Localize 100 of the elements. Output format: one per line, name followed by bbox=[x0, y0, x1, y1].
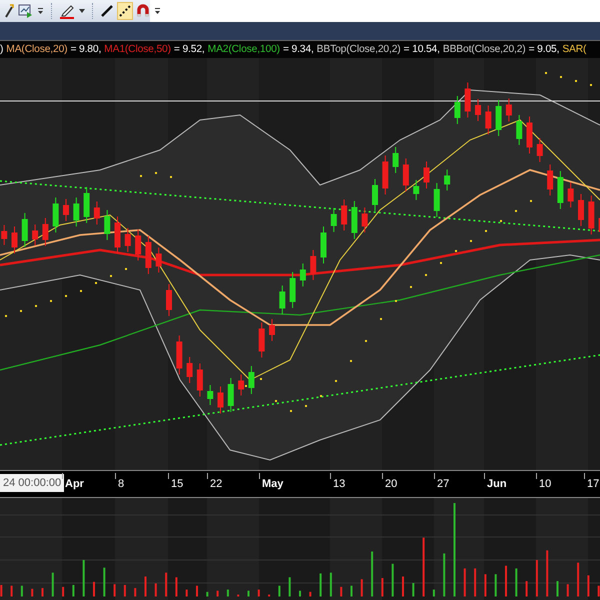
volume-bar bbox=[360, 579, 363, 596]
candlestick bbox=[372, 178, 378, 212]
dotted-line-icon[interactable] bbox=[118, 3, 132, 19]
candlestick bbox=[156, 247, 162, 273]
candlestick bbox=[186, 356, 193, 384]
volume-bar bbox=[320, 573, 322, 596]
volume-bar bbox=[186, 590, 188, 596]
legend-text: MA2(Close,100) bbox=[208, 44, 280, 55]
legend-text: ) bbox=[0, 44, 4, 55]
volume-bar bbox=[577, 562, 580, 596]
volume-bar bbox=[10, 586, 13, 596]
volume-bar bbox=[474, 568, 476, 596]
magnet-icon[interactable] bbox=[136, 3, 150, 19]
axis-date-label: 27 bbox=[437, 477, 450, 491]
volume-bar bbox=[154, 583, 157, 596]
axis-date-label: 8 bbox=[118, 477, 124, 491]
volume-bar bbox=[340, 586, 342, 596]
legend-text: MA(Close,20) bbox=[6, 44, 68, 55]
candlestick bbox=[320, 226, 326, 264]
volume-bar bbox=[82, 560, 85, 596]
candlestick bbox=[32, 224, 38, 246]
volume-bar bbox=[536, 560, 538, 596]
candlestick bbox=[196, 363, 203, 397]
candlestick bbox=[42, 218, 48, 246]
volume-bar bbox=[443, 553, 446, 596]
candlestick bbox=[341, 199, 348, 231]
legend-text: = 9.80, bbox=[70, 44, 102, 55]
candlestick bbox=[114, 216, 120, 254]
candlestick bbox=[84, 186, 90, 224]
candlestick bbox=[145, 236, 152, 274]
candlestick bbox=[176, 335, 182, 375]
legend-text: = 9.52, bbox=[174, 44, 205, 55]
volume-bar bbox=[464, 568, 466, 596]
candlestick bbox=[547, 164, 554, 196]
candlestick bbox=[330, 208, 337, 232]
axis-date-label: 15 bbox=[171, 477, 184, 491]
volume-bar bbox=[226, 590, 229, 596]
candlestick bbox=[454, 96, 460, 124]
volume-bar bbox=[20, 586, 23, 596]
volume-bar bbox=[566, 584, 569, 596]
volume-bar bbox=[124, 584, 126, 596]
axis-date-label: 10 bbox=[539, 477, 552, 491]
candlestick bbox=[424, 161, 430, 189]
volume-bar bbox=[0, 584, 2, 596]
volume-bar bbox=[381, 578, 384, 596]
candlestick bbox=[73, 197, 80, 227]
candlestick bbox=[238, 374, 244, 396]
legend-text: SAR( bbox=[562, 44, 586, 55]
volume-bar bbox=[258, 590, 260, 596]
volume-bar bbox=[598, 586, 600, 596]
pen-icon[interactable] bbox=[59, 3, 75, 19]
candlestick bbox=[1, 224, 8, 246]
volume-bar bbox=[526, 581, 528, 596]
volume-bar bbox=[392, 564, 394, 596]
volume-bar bbox=[278, 586, 280, 596]
axis-date-label: May bbox=[262, 477, 284, 491]
legend-text: = 9.34, bbox=[282, 44, 314, 55]
legend-text: = 9.05, bbox=[528, 44, 560, 55]
axis-date-label: Apr bbox=[65, 477, 84, 491]
legend-text: BBTop(Close,20,2) bbox=[316, 44, 401, 55]
candlestick bbox=[124, 228, 131, 252]
candlestick bbox=[362, 207, 368, 233]
volume-bar bbox=[288, 577, 291, 596]
candlestick bbox=[248, 366, 254, 394]
line-icon[interactable] bbox=[100, 3, 114, 19]
candlestick bbox=[207, 384, 214, 406]
legend-text: = 10.54, bbox=[404, 44, 440, 55]
candlestick bbox=[218, 386, 224, 414]
chart-icon[interactable] bbox=[18, 3, 33, 19]
candlestick bbox=[588, 195, 594, 235]
candlestick bbox=[94, 201, 100, 225]
wand-icon[interactable] bbox=[4, 3, 14, 19]
legend-text: MA1(Close,50) bbox=[104, 44, 171, 55]
volume-bar bbox=[309, 592, 312, 596]
volume-bar bbox=[62, 586, 64, 596]
volume-bar bbox=[31, 588, 34, 596]
candlestick bbox=[536, 138, 543, 162]
volume-bar bbox=[175, 577, 178, 596]
axis-date-label: 17 bbox=[587, 477, 600, 491]
candlestick bbox=[578, 194, 584, 226]
candlestick bbox=[526, 116, 532, 154]
volume-bar bbox=[412, 583, 414, 596]
candlestick bbox=[258, 322, 265, 358]
candlestick bbox=[351, 200, 358, 240]
candlestick bbox=[310, 250, 316, 280]
volume-bar bbox=[134, 588, 136, 596]
volume-bar bbox=[484, 574, 486, 596]
candlestick bbox=[382, 155, 388, 195]
candlestick bbox=[228, 378, 234, 412]
candlestick bbox=[22, 212, 28, 248]
candlestick bbox=[485, 105, 492, 135]
candlestick bbox=[290, 272, 296, 308]
candlestick bbox=[475, 98, 481, 122]
volume-bar bbox=[515, 568, 518, 596]
candlestick bbox=[496, 100, 502, 136]
volume-bar bbox=[494, 574, 497, 596]
cursor-date-label: 24 00:00:00 bbox=[0, 474, 64, 492]
legend-text: BBBot(Close,20,2) bbox=[442, 44, 526, 55]
candlestick bbox=[392, 146, 399, 174]
volume-bar bbox=[52, 572, 54, 596]
